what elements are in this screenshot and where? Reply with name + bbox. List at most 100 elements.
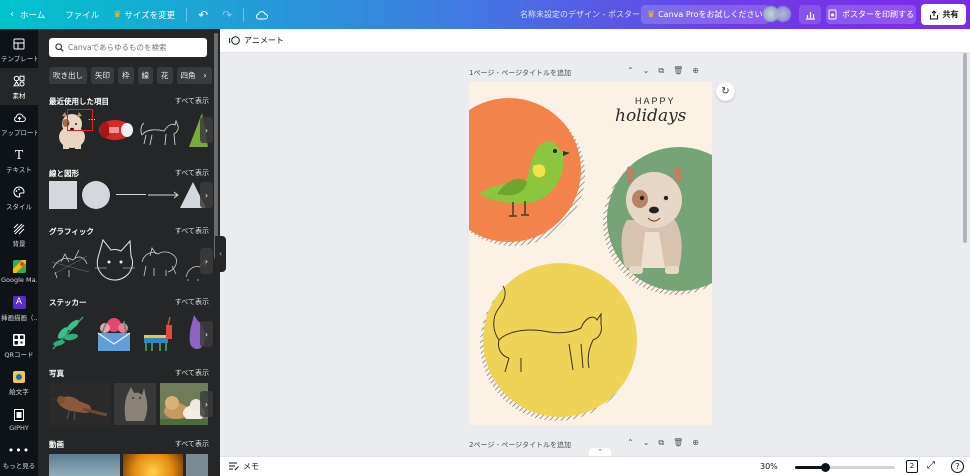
- page-1-title[interactable]: 1ページ - ページタイトルを追加: [469, 68, 571, 78]
- photos-next-button[interactable]: ›: [200, 391, 213, 417]
- rail-item-uploads[interactable]: アップロード: [0, 105, 38, 142]
- collapse-panel-button[interactable]: ‹: [215, 236, 226, 272]
- rail-item-giphy[interactable]: GIPHY: [0, 401, 38, 438]
- photo-bird[interactable]: [49, 383, 111, 425]
- video-thumbnail-1[interactable]: [49, 454, 120, 476]
- chevron-down-icon[interactable]: ⌄: [643, 438, 650, 448]
- see-all-link[interactable]: すべて表示: [175, 297, 209, 308]
- cloud-sync-button[interactable]: [248, 0, 275, 29]
- video-thumbnail-3[interactable]: [186, 454, 208, 476]
- crown-icon: ♛: [647, 9, 656, 20]
- card-holidays-text[interactable]: holidays: [615, 106, 686, 126]
- help-icon[interactable]: ?: [951, 460, 964, 473]
- sticker-leaf[interactable]: [49, 311, 89, 353]
- lines-next-button[interactable]: ›: [200, 182, 213, 208]
- rail-item-templates[interactable]: テンプレート: [0, 31, 38, 68]
- home-button[interactable]: ‹ ホーム: [0, 0, 52, 29]
- rail-item-elements[interactable]: 素材: [0, 68, 38, 105]
- chip-arrow[interactable]: 矢印: [91, 67, 114, 84]
- chevron-up-icon[interactable]: ⌃: [627, 438, 634, 448]
- chip-line[interactable]: 線: [137, 67, 153, 84]
- graphic-sketch-animals[interactable]: [49, 242, 91, 280]
- card-happy-text[interactable]: HAPPY: [635, 96, 676, 106]
- delete-page-icon[interactable]: 🗑: [673, 66, 683, 76]
- show-pages-toggle[interactable]: ⌃: [589, 448, 611, 456]
- rail-item-google-maps[interactable]: Google Ma...: [0, 253, 38, 290]
- chip-flower[interactable]: 花: [157, 67, 173, 84]
- sticker-pinata[interactable]: [138, 313, 178, 353]
- section-videos: 動画 すべて表示: [49, 439, 209, 450]
- rail-item-text[interactable]: T テキスト: [0, 142, 38, 179]
- stickers-next-button[interactable]: ›: [200, 321, 213, 347]
- graphics-next-button[interactable]: ›: [200, 248, 213, 274]
- photo-cat[interactable]: [114, 383, 156, 425]
- zoom-level[interactable]: 30%: [760, 462, 778, 471]
- rail-item-more[interactable]: ••• もっと見る: [0, 438, 38, 475]
- notes-button[interactable]: メモ: [229, 461, 259, 472]
- animate-button[interactable]: アニメート: [229, 35, 284, 46]
- zoom-slider-handle[interactable]: [821, 463, 830, 472]
- print-poster-button[interactable]: ポスターを印刷する: [826, 5, 916, 24]
- chip-speech-bubble[interactable]: 吹き出し: [49, 67, 87, 84]
- duplicate-page-icon[interactable]: ⧉: [658, 438, 664, 448]
- chevron-down-icon[interactable]: ⌄: [643, 66, 650, 76]
- rail-item-background[interactable]: 背景: [0, 216, 38, 253]
- arrow-line-shape[interactable]: [148, 190, 180, 200]
- chip-square[interactable]: 四角: [176, 67, 200, 84]
- rail-item-emoji[interactable]: 絵文字: [0, 364, 38, 401]
- panel-scrollbar[interactable]: [214, 33, 218, 259]
- redo-button[interactable]: ↷: [215, 0, 239, 29]
- search-input[interactable]: [68, 43, 198, 52]
- square-shape[interactable]: [49, 181, 77, 209]
- add-page-icon[interactable]: ⊕: [692, 66, 699, 76]
- cloud-check-icon: [256, 10, 269, 19]
- chips-next-button[interactable]: ›: [198, 67, 212, 84]
- recent-next-button[interactable]: ›: [200, 117, 213, 143]
- share-button[interactable]: 共有: [921, 4, 966, 25]
- home-label: ホーム: [20, 10, 46, 21]
- video-thumbnail-2[interactable]: [123, 454, 183, 476]
- undo-icon: ↶: [198, 7, 209, 22]
- recent-toy-thumbnail[interactable]: [95, 115, 135, 145]
- avatar[interactable]: [775, 6, 791, 22]
- add-page-icon[interactable]: ⊕: [692, 438, 699, 448]
- rail-item-styles[interactable]: スタイル: [0, 179, 38, 216]
- chip-frame[interactable]: 枠: [118, 67, 134, 84]
- recent-cat-thumbnail[interactable]: [138, 111, 182, 149]
- scroll-thumb[interactable]: [963, 53, 967, 243]
- delete-page-icon[interactable]: 🗑: [673, 438, 683, 448]
- search-box[interactable]: [49, 38, 207, 57]
- sticker-flower-envelope[interactable]: [94, 311, 134, 353]
- document-title[interactable]: 名称未設定のデザイン - ポスター: [520, 0, 640, 29]
- design-page-1[interactable]: HAPPY holidays: [469, 82, 712, 425]
- pro-trial-label: Canva Proをお試しください: [658, 10, 763, 19]
- graphic-cat-face[interactable]: [93, 238, 135, 284]
- resize-button[interactable]: ♛ サイズを変更: [106, 0, 182, 29]
- page-2-controls: ⌃ ⌄ ⧉ 🗑 ⊕: [627, 438, 699, 448]
- see-all-link[interactable]: すべて表示: [175, 226, 209, 237]
- see-all-link[interactable]: すべて表示: [175, 168, 209, 179]
- file-menu[interactable]: ファイル: [58, 0, 106, 29]
- duplicate-page-icon[interactable]: ⧉: [658, 66, 664, 76]
- circle-shape[interactable]: [82, 181, 110, 209]
- chevron-up-icon[interactable]: ⌃: [627, 66, 634, 76]
- graphic-sketch-cats[interactable]: [138, 242, 182, 280]
- rail-item-draw-app[interactable]: A 挿画描画（...: [0, 290, 38, 327]
- notes-icon: [229, 462, 239, 471]
- see-all-link[interactable]: すべて表示: [175, 96, 209, 107]
- fullscreen-icon[interactable]: ⤢: [927, 460, 935, 471]
- recent-dog-thumbnail[interactable]: ...: [51, 109, 96, 151]
- canvas-vertical-scrollbar[interactable]: [962, 53, 968, 450]
- notes-label: メモ: [243, 462, 259, 471]
- see-all-link[interactable]: すべて表示: [175, 368, 209, 379]
- refresh-design-button[interactable]: ↻: [716, 82, 735, 101]
- analytics-button[interactable]: [799, 5, 821, 24]
- page-2-title[interactable]: 2ページ - ページタイトルを追加: [469, 440, 571, 450]
- see-all-link[interactable]: すべて表示: [175, 439, 209, 450]
- rail-item-qr-code[interactable]: QRコード: [0, 327, 38, 364]
- page-count-button[interactable]: 2: [906, 460, 918, 473]
- line-shape[interactable]: [116, 194, 146, 195]
- pro-trial-button[interactable]: ♛ Canva Proをお試しください: [641, 5, 769, 24]
- zoom-slider[interactable]: [795, 463, 895, 472]
- undo-button[interactable]: ↶: [191, 0, 215, 29]
